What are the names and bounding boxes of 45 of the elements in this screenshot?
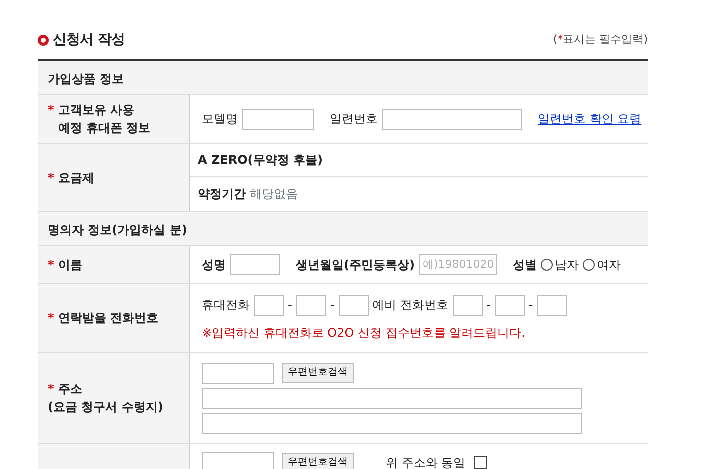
field-label: 모델명 — [202, 111, 238, 128]
radio-option[interactable]: 남자 — [540, 256, 579, 274]
input-field[interactable] — [202, 362, 274, 384]
checkbox-label: 위 주소와 동일 — [386, 454, 466, 469]
separator: - — [528, 297, 534, 314]
input-field[interactable] — [202, 452, 274, 469]
input-field[interactable] — [242, 108, 314, 130]
checkbox[interactable] — [474, 456, 487, 469]
field-label: * 주소 (요금 청구서 수령지) — [48, 381, 164, 416]
input-field[interactable] — [202, 412, 582, 434]
field-label: 예비 전화번호 — [372, 297, 449, 314]
field-label: 생년월일(주민등록상) — [296, 256, 415, 274]
field-label: 성별 — [512, 256, 537, 274]
input-field[interactable] — [452, 294, 483, 316]
zip-search-button[interactable]: 우편번호검색 — [282, 452, 354, 469]
field-label: * 연락받을 전화번호 — [48, 310, 160, 327]
field-value: 해당없음 — [250, 186, 298, 202]
help-link[interactable]: 일련번호 확인 요령 — [538, 110, 642, 128]
notice-text: ※입력하신 휴대전화로 O2O 신청 접수번호를 알려드립니다. — [202, 324, 526, 342]
input-field[interactable] — [254, 294, 284, 316]
input-field[interactable] — [537, 294, 568, 316]
field-label: * 고객보유 사용 예정 휴대폰 정보 — [48, 102, 152, 137]
field-label: * 요금제 — [48, 170, 96, 186]
separator: - — [486, 297, 491, 314]
separator: - — [288, 297, 292, 314]
field-label: 약정기간 — [198, 186, 246, 202]
field-label: 휴대전화 — [202, 297, 250, 314]
form-title: 신청서 작성 — [53, 31, 125, 50]
input-field[interactable] — [296, 294, 326, 316]
field-label: 성명 — [202, 256, 226, 274]
input-field[interactable] — [202, 388, 582, 408]
radio-option[interactable]: 여자 — [582, 256, 621, 274]
field-label: * 이름 — [48, 256, 84, 274]
input-field[interactable] — [230, 254, 280, 275]
plan-name: A ZERO(무약정 후불) — [198, 152, 323, 169]
ring-icon — [38, 35, 49, 46]
input-field[interactable] — [338, 294, 369, 316]
section-heading: 가입상품 정보 — [38, 61, 648, 95]
input-field[interactable] — [494, 294, 525, 316]
separator: - — [330, 297, 335, 314]
zip-search-button[interactable]: 우편번호검색 — [282, 363, 354, 383]
section-heading: 명의자 정보(가입하실 분) — [38, 212, 648, 246]
required-note: (*표시는 필수입력) — [553, 32, 648, 48]
input-field[interactable] — [382, 108, 522, 130]
field-label: 일련번호 — [330, 111, 378, 128]
